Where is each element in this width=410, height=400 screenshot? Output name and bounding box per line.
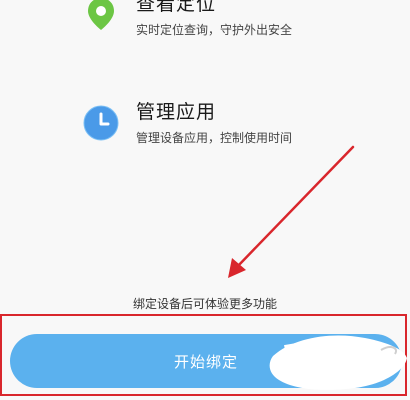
redaction-scribble bbox=[269, 335, 407, 390]
feature-title: 查看定位 bbox=[136, 0, 217, 15]
feature-title: 管理应用 bbox=[136, 101, 217, 123]
feature-view-location[interactable]: 查看定位 实时定位查询，守护外出安全 bbox=[82, 0, 292, 39]
feature-manage-apps[interactable]: 管理应用 管理设备应用，控制使用时间 bbox=[82, 100, 292, 147]
feature-description: 实时定位查询，守护外出安全 bbox=[136, 23, 293, 37]
bind-device-page: 查看定位 实时定位查询，守护外出安全 管理应用 管理设备应用，控制使用时间 绑定… bbox=[0, 0, 410, 400]
feature-description: 管理设备应用，控制使用时间 bbox=[136, 131, 293, 145]
clock-icon bbox=[83, 105, 119, 141]
location-pin-icon bbox=[88, 0, 114, 30]
bind-hint-text: 绑定设备后可体验更多功能 bbox=[132, 297, 277, 311]
